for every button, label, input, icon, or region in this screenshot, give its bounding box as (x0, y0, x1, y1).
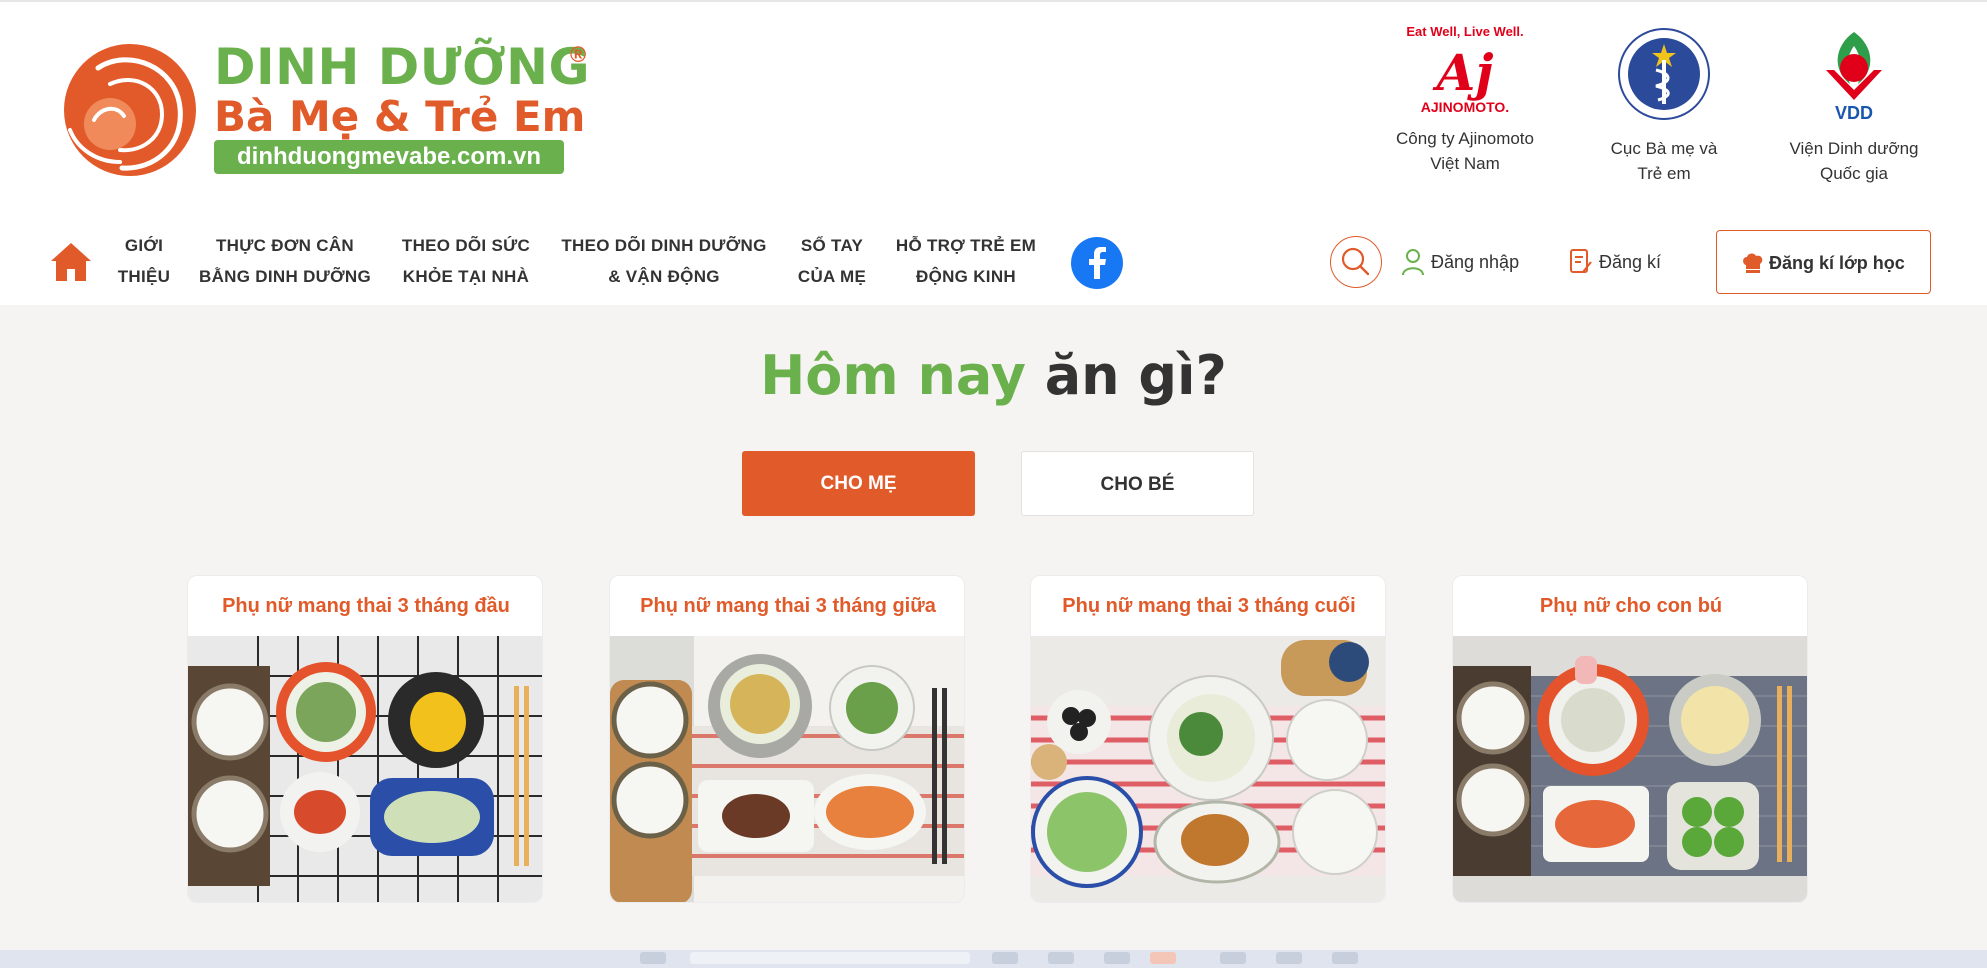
partner-name: Viện Dinh dưỡng Quốc gia (1789, 139, 1919, 183)
search-button[interactable] (1330, 236, 1382, 288)
register-class-button[interactable]: Đăng kí lớp học (1716, 230, 1931, 294)
site-logo[interactable]: DINH DƯỠNG ® Bà Mẹ & Trẻ Em dinhduongmev… (58, 38, 598, 188)
section-title-rest: ăn gì? (1044, 344, 1227, 407)
tab-cho-me[interactable]: CHO MẸ (742, 451, 975, 516)
taskbar-app-icon[interactable] (1104, 952, 1130, 964)
svg-text:Aj: Aj (1433, 43, 1494, 102)
menu-card-third-trimester[interactable]: Phụ nữ mang thai 3 tháng cuối (1030, 575, 1386, 903)
taskbar-app-icon[interactable] (1220, 952, 1246, 964)
register-class-label: Đăng kí lớp học (1769, 253, 1905, 273)
card-title: Phụ nữ cho con bú (1539, 595, 1723, 617)
taskbar-app-icon[interactable] (1048, 952, 1074, 964)
partner-name: Cục Bà mẹ và Trẻ em (1610, 139, 1718, 183)
register-label: Đăng kí (1599, 252, 1662, 272)
nav-theo-doi-dinh-duong[interactable]: THEO DÕI DINH DƯỠNG & VẬN ĐỘNG (554, 230, 774, 292)
register-form-icon (1570, 249, 1592, 273)
mother-child-logo-icon (64, 44, 196, 176)
partner-vdd[interactable]: VDD Viện Dinh dưỡng Quốc gia (1768, 26, 1940, 186)
login-label: Đăng nhập (1431, 252, 1520, 272)
card-title: Phụ nữ mang thai 3 tháng cuối (1062, 595, 1356, 617)
facebook-icon (1089, 247, 1106, 279)
section-title: Hôm nay ăn gì? (0, 344, 1987, 407)
nav-thuc-don[interactable]: THỰC ĐƠN CÂN BẰNG DINH DƯỠNG (194, 230, 376, 292)
meal-photo-image (1031, 636, 1385, 902)
partner-name: Công ty Ajinomoto Việt Nam (1396, 129, 1534, 173)
nav-gioi-thieu[interactable]: GIỚI THIỆU (112, 230, 176, 292)
nav-so-tay[interactable]: SỔ TAY CỦA MẸ (790, 230, 874, 292)
nav-ho-tro-tre-em[interactable]: HỖ TRỢ TRẺ EM ĐỘNG KINH (888, 230, 1044, 292)
ajinomoto-tagline: Eat Well, Live Well. (1406, 24, 1524, 39)
taskbar-app-icon[interactable] (1332, 952, 1358, 964)
taskbar-app-icon[interactable] (992, 952, 1018, 964)
search-icon (1341, 247, 1370, 276)
taskbar-search-box[interactable] (690, 952, 970, 964)
menu-card-first-trimester[interactable]: Phụ nữ mang thai 3 tháng đầu (187, 575, 543, 903)
meal-photo-image (610, 636, 964, 902)
site-header: DINH DƯỠNG ® Bà Mẹ & Trẻ Em dinhduongmev… (0, 0, 1987, 305)
logo-subtitle: Bà Mẹ & Trẻ Em (214, 92, 586, 141)
ajinomoto-logo-icon: Aj AJINOMOTO. (1421, 43, 1509, 115)
vdd-wordmark: VDD (1835, 103, 1873, 122)
windows-start-icon[interactable] (640, 952, 666, 964)
menu-card-second-trimester[interactable]: Phụ nữ mang thai 3 tháng giữa (609, 575, 965, 903)
logo-url-badge: dinhduongmevabe.com.vn (214, 140, 564, 174)
meal-photo-image (188, 636, 542, 902)
menu-card-breastfeeding[interactable]: Phụ nữ cho con bú (1452, 575, 1808, 903)
logo-url: dinhduongmevabe.com.vn (236, 143, 542, 170)
logo-title: DINH DƯỠNG (214, 38, 591, 96)
ministry-of-health-seal-icon (1618, 28, 1710, 120)
home-icon[interactable] (48, 239, 94, 285)
vdd-logo-icon: VDD (1826, 32, 1882, 122)
facebook-button[interactable] (1071, 237, 1123, 289)
partner-ajinomoto[interactable]: Eat Well, Live Well. Aj AJINOMOTO. Công … (1372, 24, 1558, 176)
user-icon (1402, 249, 1424, 276)
card-title: Phụ nữ mang thai 3 tháng đầu (222, 595, 510, 617)
meal-photo-image (1453, 636, 1807, 902)
taskbar-app-icon[interactable] (1276, 952, 1302, 964)
ajinomoto-wordmark: AJINOMOTO. (1421, 99, 1509, 115)
registered-mark: ® (570, 42, 587, 67)
login-link[interactable]: Đăng nhập (1401, 248, 1541, 276)
register-link[interactable]: Đăng kí (1569, 248, 1679, 276)
nav-theo-doi-suc-khoe[interactable]: THEO DÕI SỨC KHỎE TẠI NHÀ (396, 230, 536, 292)
chef-hat-icon (1743, 253, 1763, 273)
partner-ministry-health[interactable]: Cục Bà mẹ và Trẻ em (1594, 26, 1734, 186)
section-title-highlight: Hôm nay (760, 344, 1026, 407)
taskbar-app-icon[interactable] (1150, 952, 1176, 964)
card-title: Phụ nữ mang thai 3 tháng giữa (640, 595, 936, 617)
os-taskbar (0, 950, 1987, 968)
tab-cho-be[interactable]: CHO BÉ (1021, 451, 1254, 516)
